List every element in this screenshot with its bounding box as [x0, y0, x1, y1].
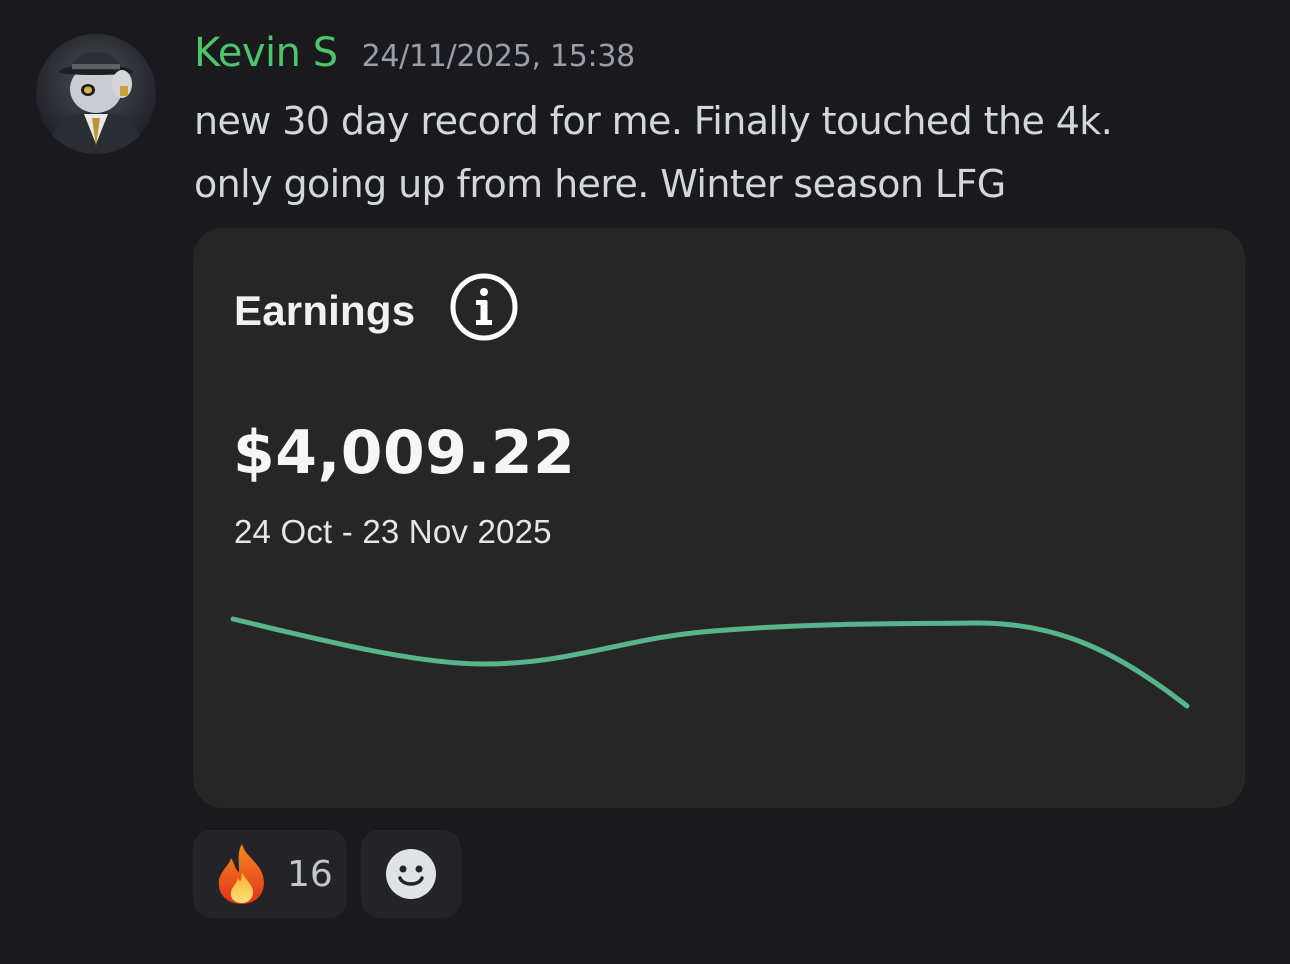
message-text-line: only going up from here. Winter season L…	[194, 162, 1006, 206]
reaction-fire[interactable]: 16	[193, 830, 347, 918]
trend-line-path	[230, 616, 1190, 709]
message-content: new 30 day record for me. Finally touche…	[194, 90, 1264, 216]
earnings-trend-line	[230, 616, 1190, 709]
chat-message: Kevin S 24/11/2025, 15:38 new 30 day rec…	[0, 0, 1290, 964]
message-header: Kevin S 24/11/2025, 15:38	[194, 30, 635, 80]
message-timestamp: 24/11/2025, 15:38	[361, 39, 636, 74]
earnings-image-attachment[interactable]: Earnings $4,009.22 24 Oct - 23 Nov 2025	[193, 228, 1245, 808]
earnings-date-range: 24 Oct - 23 Nov 2025	[234, 513, 552, 550]
fire-icon	[218, 844, 264, 904]
smiley-icon	[386, 849, 436, 899]
info-icon	[450, 273, 518, 341]
earnings-title: Earnings	[234, 287, 416, 334]
add-reaction-button[interactable]	[361, 830, 461, 918]
reactions-bar: 16	[193, 830, 461, 918]
earnings-header: Earnings	[234, 273, 519, 342]
earnings-amount: $4,009.22	[233, 418, 576, 488]
reaction-count: 16	[287, 853, 333, 895]
user-avatar[interactable]	[36, 34, 156, 154]
author-name[interactable]: Kevin S	[194, 30, 338, 76]
message-text-line: new 30 day record for me. Finally touche…	[194, 99, 1113, 143]
